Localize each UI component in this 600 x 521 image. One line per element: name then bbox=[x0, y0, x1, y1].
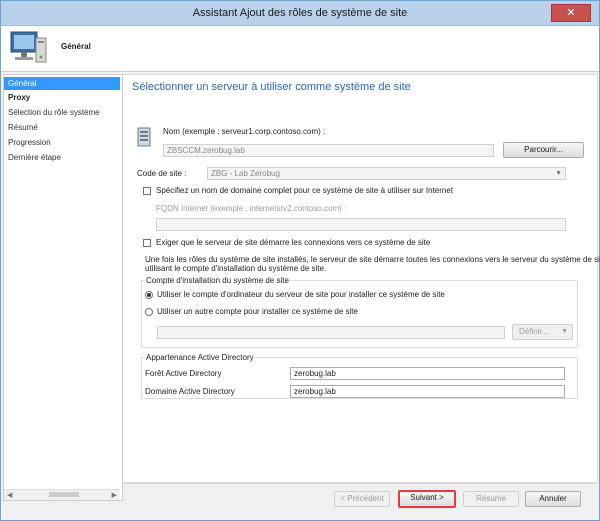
nav-item-progress[interactable]: Progression bbox=[4, 136, 120, 149]
define-button-label: Définir... bbox=[519, 327, 549, 336]
cancel-button[interactable]: Annuler bbox=[525, 491, 581, 507]
summary-button[interactable]: Résumé bbox=[463, 491, 519, 507]
title-bar: Assistant Ajout des rôles de système de … bbox=[1, 1, 599, 26]
use-other-account-label[interactable]: Utiliser un autre compte pour installer … bbox=[157, 307, 358, 316]
chevron-down-icon: ▼ bbox=[555, 170, 562, 177]
fqdn-checkbox[interactable] bbox=[143, 187, 151, 195]
footer-divider bbox=[123, 483, 597, 484]
server-name-field[interactable]: ZBSCCM.zerobug.lab bbox=[163, 144, 494, 157]
site-code-value: ZBG - Lab Zerobug bbox=[211, 169, 280, 178]
use-computer-account-radio[interactable] bbox=[145, 291, 153, 299]
browse-button[interactable]: Parcourir... bbox=[503, 142, 584, 158]
nav-item-general[interactable]: Général bbox=[4, 77, 120, 90]
previous-button[interactable]: < Précédent bbox=[334, 491, 390, 507]
info-text-line-1: Une fois les rôles du système de site in… bbox=[145, 255, 600, 264]
chevron-down-icon: ▼ bbox=[561, 328, 568, 335]
wizard-page: Sélectionner un serveur à utiliser comme… bbox=[123, 74, 600, 483]
nav-item-last-step[interactable]: Dernière étape bbox=[4, 151, 120, 164]
fqdn-checkbox-label[interactable]: Spécifiez un nom de domaine complet pour… bbox=[156, 186, 453, 195]
computer-icon bbox=[10, 31, 47, 63]
wizard-nav: Général Proxy Sélection du rôle système … bbox=[3, 74, 123, 501]
site-code-select[interactable]: ZBG - Lab Zerobug ▼ bbox=[207, 167, 566, 180]
use-other-account-radio[interactable] bbox=[145, 308, 153, 316]
use-computer-account-label[interactable]: Utiliser le compte d'ordinateur du serve… bbox=[157, 290, 445, 299]
domain-field[interactable]: zerobug.lab bbox=[290, 385, 565, 398]
other-account-field[interactable] bbox=[157, 326, 505, 339]
close-button[interactable]: ✕ bbox=[551, 4, 591, 22]
forest-label: Forêt Active Directory bbox=[145, 369, 222, 378]
next-button[interactable]: Suivant > bbox=[398, 490, 456, 508]
define-button[interactable]: Définir... ▼ bbox=[512, 324, 573, 340]
nav-item-summary[interactable]: Résumé bbox=[4, 121, 120, 134]
nav-item-proxy[interactable]: Proxy bbox=[4, 91, 120, 104]
name-label: Nom (exemple : serveur1.corp.contoso.com… bbox=[163, 127, 326, 136]
server-icon bbox=[137, 127, 151, 147]
forest-field[interactable]: zerobug.lab bbox=[290, 367, 565, 380]
require-connections-label[interactable]: Exiger que le serveur de site démarre le… bbox=[156, 238, 430, 247]
install-account-group-title: Compte d'installation du système de site bbox=[145, 276, 290, 285]
page-title: Général bbox=[61, 42, 91, 51]
scroll-right-icon[interactable]: ▶ bbox=[112, 491, 117, 499]
page-heading: Sélectionner un serveur à utiliser comme… bbox=[132, 81, 411, 93]
nav-item-role-selection[interactable]: Sélection du rôle système bbox=[4, 106, 120, 119]
ad-group-title: Appartenance Active Directory bbox=[145, 353, 255, 362]
site-code-label: Code de site : bbox=[137, 169, 187, 178]
require-connections-checkbox[interactable] bbox=[143, 239, 151, 247]
wizard-window: Assistant Ajout des rôles de système de … bbox=[0, 0, 600, 521]
domain-label: Domaine Active Directory bbox=[145, 387, 235, 396]
window-title: Assistant Ajout des rôles de système de … bbox=[192, 7, 408, 19]
fqdn-field[interactable] bbox=[156, 218, 566, 231]
nav-hscrollbar[interactable]: ◀ ▶ bbox=[4, 489, 120, 500]
wizard-header: Général bbox=[1, 26, 599, 72]
scroll-thumb[interactable] bbox=[49, 492, 79, 497]
fqdn-label: FQDN Internet (exemple : internetsrv2.co… bbox=[156, 204, 347, 213]
info-text-line-2: utilisant le compte d'installation du sy… bbox=[145, 264, 327, 273]
scroll-left-icon[interactable]: ◀ bbox=[7, 491, 12, 499]
